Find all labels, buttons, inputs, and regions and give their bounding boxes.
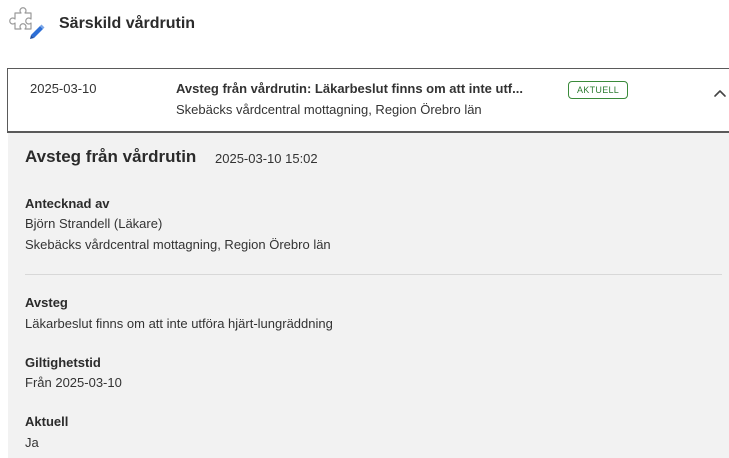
entry-subtitle: Skebäcks vårdcentral mottagning, Region … — [176, 102, 482, 117]
deviation-value: Läkarbeslut finns om att inte utföra hjä… — [25, 316, 333, 331]
page-title: Särskild vårdrutin — [59, 15, 196, 32]
page-header: Särskild vårdrutin — [0, 0, 729, 55]
entry-title: Avsteg från vårdrutin: Läkarbeslut finns… — [176, 81, 523, 96]
chevron-up-icon[interactable] — [713, 85, 727, 97]
divider — [25, 274, 722, 275]
status-badge: AKTUELL — [568, 81, 629, 99]
details-timestamp: 2025-03-10 15:02 — [215, 151, 318, 166]
entry-details-panel: Avsteg från vårdrutin 2025-03-10 15:02 A… — [8, 133, 729, 458]
author-name: Björn Strandell (Läkare) — [25, 216, 163, 231]
deviation-label: Avsteg — [25, 295, 68, 310]
care-routine-card: 2025-03-10 Avsteg från vårdrutin: Läkarb… — [7, 68, 729, 458]
entry-summary-row[interactable]: 2025-03-10 Avsteg från vårdrutin: Läkarb… — [7, 68, 729, 133]
current-value: Ja — [25, 435, 39, 450]
entry-date: 2025-03-10 — [30, 81, 97, 96]
details-title: Avsteg från vårdrutin — [25, 147, 197, 166]
current-label: Aktuell — [25, 414, 69, 429]
author-label: Antecknad av — [25, 196, 110, 211]
validity-value: Från 2025-03-10 — [25, 375, 122, 390]
validity-label: Giltighetstid — [25, 355, 101, 370]
author-unit: Skebäcks vårdcentral mottagning, Region … — [25, 237, 331, 252]
puzzle-pencil-icon — [7, 5, 47, 45]
